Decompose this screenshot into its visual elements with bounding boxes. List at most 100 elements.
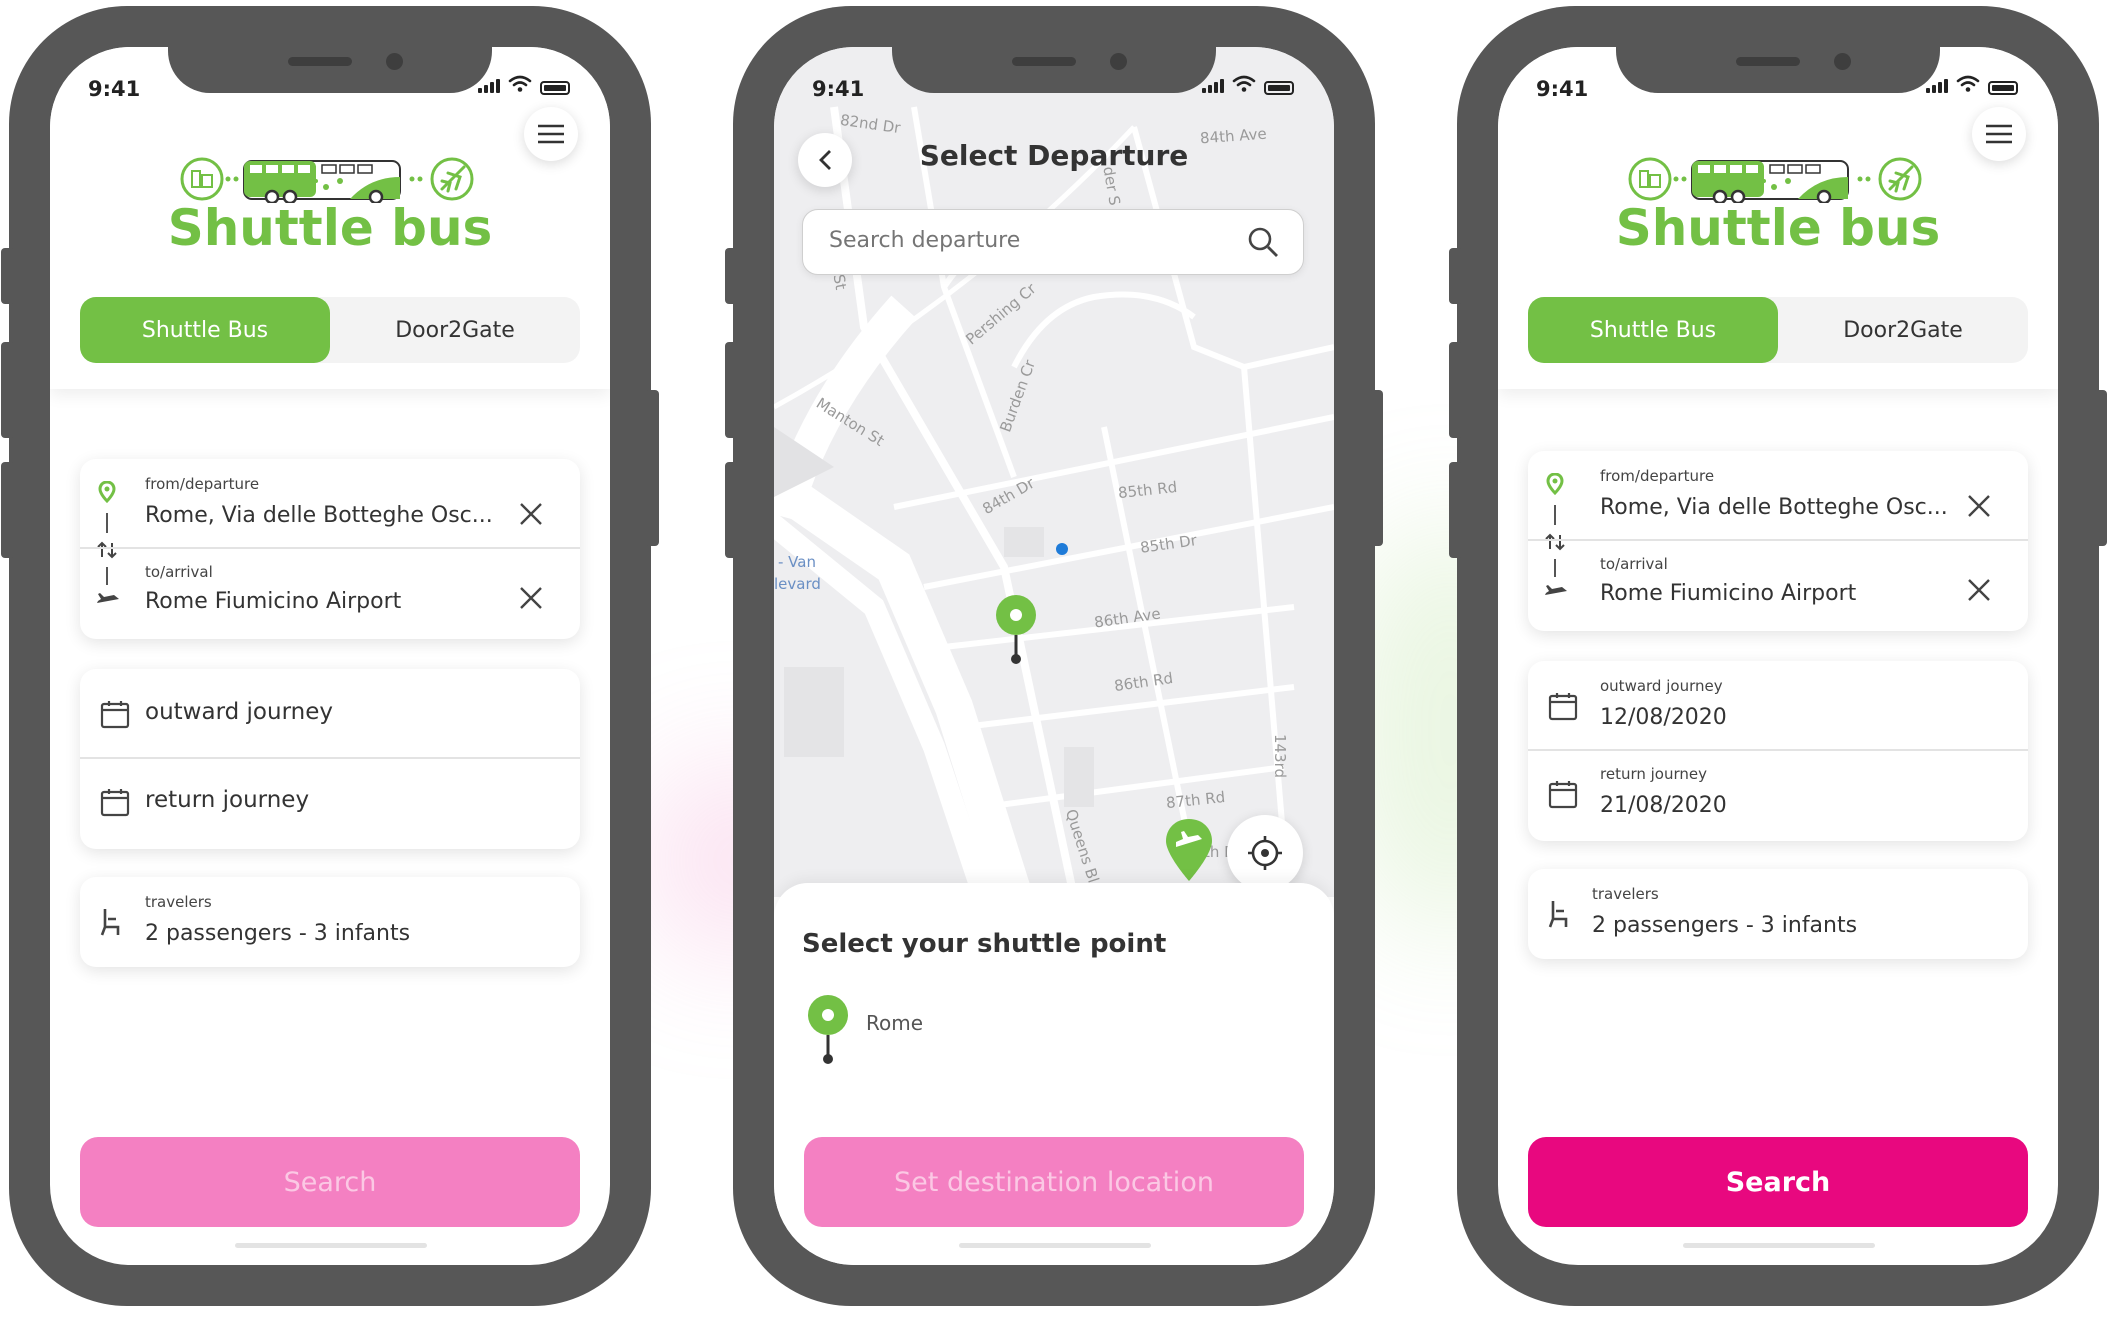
phone-frame-2: 82nd Dr 84th Ave Pershing Cr Burden Cr M… xyxy=(725,6,1383,1306)
to-label: to/arrival xyxy=(1600,555,1668,573)
outward-journey-field[interactable]: outward journey 12/08/2020 xyxy=(1528,661,2028,749)
search-button[interactable]: Search xyxy=(1528,1137,2028,1227)
swap-icon[interactable] xyxy=(1544,531,1566,553)
phone-frame-3: 9:41 Shuttle bus Shuttle Bus Door2Gate f… xyxy=(1449,6,2107,1306)
location-pin-icon xyxy=(98,481,116,503)
outward-journey-value: 12/08/2020 xyxy=(1600,705,1727,730)
calendar-icon xyxy=(100,789,130,817)
map-label: - Van xyxy=(778,553,816,571)
shuttle-point-pin-icon[interactable] xyxy=(994,593,1038,667)
outward-journey-placeholder: outward journey xyxy=(145,699,333,725)
shuttle-point-label: Rome xyxy=(866,1011,924,1035)
crosshair-icon xyxy=(1248,836,1282,870)
shuttle-point-item[interactable]: Rome xyxy=(802,993,1282,1073)
search-departure-input[interactable] xyxy=(829,228,1229,253)
battery-icon xyxy=(1264,81,1294,95)
current-location-dot xyxy=(1056,543,1068,555)
calendar-icon xyxy=(1548,781,1578,809)
to-label: to/arrival xyxy=(145,563,213,581)
mode-tabs: Shuttle Bus Door2Gate xyxy=(80,297,580,363)
tab-shuttle-bus[interactable]: Shuttle Bus xyxy=(80,297,330,363)
from-label: from/departure xyxy=(1600,467,1715,485)
tab-door2gate[interactable]: Door2Gate xyxy=(330,297,580,363)
seat-icon xyxy=(100,909,120,936)
brand-title: Shuttle bus xyxy=(1615,199,1941,257)
shuttle-point-marker-icon xyxy=(808,995,848,1064)
map-label: St xyxy=(829,272,850,292)
calendar-icon xyxy=(1548,693,1578,721)
route-card: from/departure Rome, Via delle Botteghe … xyxy=(80,459,580,639)
travelers-label: travelers xyxy=(1592,885,1659,903)
swap-icon[interactable] xyxy=(96,539,118,561)
travelers-field[interactable]: travelers 2 passengers - 3 infants xyxy=(80,877,580,967)
return-journey-field[interactable]: return journey 21/08/2020 xyxy=(1528,751,2028,839)
menu-button[interactable] xyxy=(524,107,578,161)
clear-to-icon[interactable] xyxy=(1966,577,1992,603)
signal-icon xyxy=(1202,79,1224,93)
tab-shuttle-bus[interactable]: Shuttle Bus xyxy=(1528,297,1778,363)
map-view[interactable]: 82nd Dr 84th Ave Pershing Cr Burden Cr M… xyxy=(774,47,1334,897)
to-value[interactable]: Rome Fiumicino Airport xyxy=(1600,581,1856,606)
shuttle-logo-icon xyxy=(180,157,474,203)
travelers-label: travelers xyxy=(145,893,212,911)
status-time: 9:41 xyxy=(88,77,141,101)
return-journey-field[interactable]: return journey xyxy=(80,759,580,847)
seat-icon xyxy=(1548,901,1568,928)
travelers-field[interactable]: travelers 2 passengers - 3 infants xyxy=(1528,869,2028,959)
phone-frame-1: 9:41 Shuttle bus Shuttle Bus Door2Gate f… xyxy=(1,6,659,1306)
set-destination-button[interactable]: Set destination location xyxy=(804,1137,1304,1227)
search-departure-box[interactable] xyxy=(802,209,1304,275)
map-label: 143rd xyxy=(1271,733,1290,779)
menu-button[interactable] xyxy=(1972,107,2026,161)
travelers-value: 2 passengers - 3 infants xyxy=(145,921,411,946)
return-journey-placeholder: return journey xyxy=(145,787,310,813)
brand-title: Shuttle bus xyxy=(167,199,493,257)
screen-select-departure: 82nd Dr 84th Ave Pershing Cr Burden Cr M… xyxy=(774,47,1334,1265)
page-title: Select Departure xyxy=(919,139,1189,172)
signal-icon xyxy=(478,79,500,93)
tab-door2gate[interactable]: Door2Gate xyxy=(1778,297,2028,363)
travelers-value: 2 passengers - 3 infants xyxy=(1592,913,1858,938)
clear-to-icon[interactable] xyxy=(518,585,544,611)
signal-icon xyxy=(1926,79,1948,93)
wifi-icon xyxy=(1232,75,1256,92)
outward-journey-field[interactable]: outward journey xyxy=(80,669,580,757)
outward-journey-label: outward journey xyxy=(1600,677,1723,695)
calendar-icon xyxy=(100,701,130,729)
home-indicator xyxy=(959,1243,1151,1248)
clear-from-icon[interactable] xyxy=(1966,493,1992,519)
map-label: levard xyxy=(774,575,821,593)
map-roads xyxy=(774,106,1334,897)
from-label: from/departure xyxy=(145,475,260,493)
status-time: 9:41 xyxy=(812,77,865,101)
hamburger-icon xyxy=(538,124,564,144)
wifi-icon xyxy=(508,75,532,92)
screen-search-empty: 9:41 Shuttle bus Shuttle Bus Door2Gate f… xyxy=(50,47,610,1265)
screen-search-filled: 9:41 Shuttle bus Shuttle Bus Door2Gate f… xyxy=(1498,47,2058,1265)
return-journey-label: return journey xyxy=(1600,765,1707,783)
search-icon[interactable] xyxy=(1247,226,1279,258)
route-card: from/departure Rome, Via delle Botteghe … xyxy=(1528,451,2028,631)
plane-icon xyxy=(1545,585,1567,595)
home-indicator xyxy=(1683,1243,1875,1248)
to-value[interactable]: Rome Fiumicino Airport xyxy=(145,589,401,614)
search-button[interactable]: Search xyxy=(80,1137,580,1227)
status-time: 9:41 xyxy=(1536,77,1589,101)
airport-pin-icon[interactable] xyxy=(1164,817,1214,883)
hamburger-icon xyxy=(1986,124,2012,144)
location-pin-icon xyxy=(1546,473,1564,495)
dates-card: outward journey 12/08/2020 return journe… xyxy=(1528,661,2028,841)
wifi-icon xyxy=(1956,75,1980,92)
dates-card: outward journey return journey xyxy=(80,669,580,849)
clear-from-icon[interactable] xyxy=(518,501,544,527)
return-journey-value: 21/08/2020 xyxy=(1600,793,1727,818)
sheet-title: Select your shuttle point xyxy=(802,929,1167,959)
recenter-button[interactable] xyxy=(1227,815,1303,891)
mode-tabs: Shuttle Bus Door2Gate xyxy=(1528,297,2028,363)
plane-icon xyxy=(97,593,119,603)
home-indicator xyxy=(235,1243,427,1248)
battery-icon xyxy=(1988,81,2018,95)
from-value[interactable]: Rome, Via delle Botteghe Osc... xyxy=(1600,495,1948,520)
from-value[interactable]: Rome, Via delle Botteghe Osc... xyxy=(145,503,493,528)
shuttle-logo-icon xyxy=(1628,157,1922,203)
